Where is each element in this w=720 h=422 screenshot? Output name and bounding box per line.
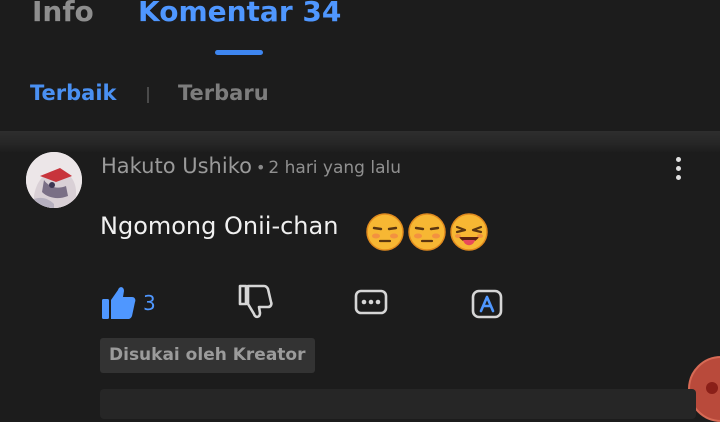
tab-bar: Info Komentar 34 xyxy=(0,0,720,62)
replies-preview[interactable] xyxy=(100,389,696,419)
reply-bubble-icon xyxy=(354,289,388,315)
unamused-face-emoji xyxy=(366,213,404,251)
filter-newest[interactable]: Terbaru xyxy=(178,81,269,105)
tab-info[interactable]: Info xyxy=(32,0,94,30)
like-button[interactable]: 3 xyxy=(100,282,170,326)
dislike-button[interactable] xyxy=(236,282,276,322)
more-vertical-icon[interactable] xyxy=(668,154,688,186)
comment-time: 2 hari yang lalu xyxy=(268,158,402,178)
like-count: 3 xyxy=(143,291,156,315)
filter-best[interactable]: Terbaik xyxy=(30,81,117,105)
comment-meta: Hakuto Ushiko • 2 hari yang lalu xyxy=(101,154,401,178)
unamused-face-emoji xyxy=(408,213,446,251)
creator-liked-badge: Disukai oleh Kreator xyxy=(100,338,315,373)
active-tab-indicator xyxy=(215,50,263,55)
comment-actions: 3 xyxy=(0,282,720,326)
meta-separator: • xyxy=(255,158,266,177)
comment-text: Ngomong Onii-chan xyxy=(100,212,339,240)
thumbs-down-icon xyxy=(238,284,273,319)
comment-sort-filters: Terbaik Terbaru xyxy=(0,78,720,110)
reply-button[interactable] xyxy=(352,282,392,322)
record-dot-icon xyxy=(706,382,718,394)
translate-icon xyxy=(471,289,503,319)
avatar[interactable] xyxy=(26,152,82,208)
tab-comments[interactable]: Komentar 34 xyxy=(138,0,341,30)
comment-author[interactable]: Hakuto Ushiko xyxy=(101,154,252,178)
translate-button[interactable] xyxy=(468,282,508,322)
filter-divider xyxy=(147,87,149,103)
thumbs-up-icon xyxy=(102,287,136,319)
smirking-tongue-emoji xyxy=(450,213,488,251)
